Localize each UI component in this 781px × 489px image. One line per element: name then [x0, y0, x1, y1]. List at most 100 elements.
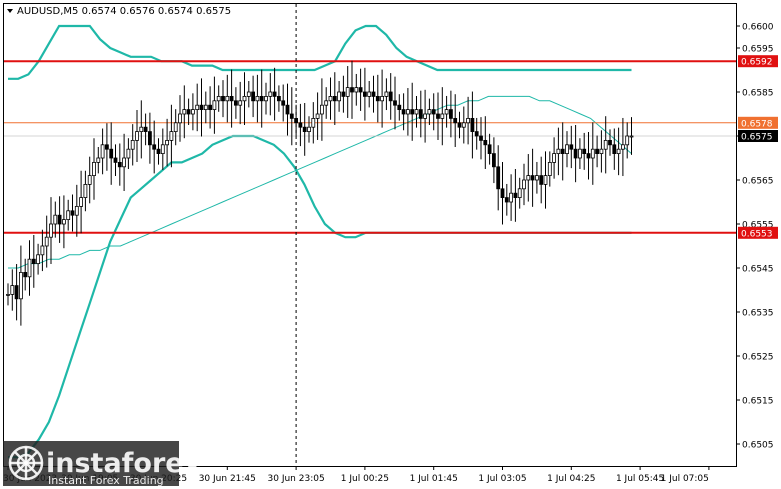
- symbol-dropdown-icon[interactable]: [7, 9, 13, 13]
- price-badges: 0.6592 0.6578 0.6553 0.6575: [738, 55, 778, 239]
- candle: [195, 83, 200, 132]
- candle: [380, 69, 385, 128]
- price-levels: [4, 60, 736, 234]
- candle: [569, 125, 574, 169]
- instaforex-watermark: instaforex Instant Forex Trading: [3, 441, 201, 487]
- candle: [212, 76, 217, 134]
- candle: [440, 87, 445, 146]
- candle: [156, 138, 161, 165]
- candle: [83, 170, 88, 212]
- candle: [31, 235, 36, 288]
- candle: [199, 78, 204, 137]
- candle: [135, 110, 139, 162]
- candle: [427, 98, 432, 125]
- candle: [130, 124, 135, 166]
- candle: [547, 151, 552, 187]
- price-level-label-0: 0.6592: [741, 58, 773, 68]
- candle: [358, 68, 363, 111]
- candle: [268, 73, 273, 116]
- bollinger-lower-band: [8, 134, 632, 459]
- candle: [491, 137, 496, 184]
- bollinger-upper-band: [8, 24, 632, 80]
- candle: [405, 88, 410, 136]
- candle: [522, 163, 526, 206]
- candle: [208, 86, 213, 129]
- candle: [504, 183, 509, 216]
- candle: [233, 87, 238, 119]
- price-chart: 0.66000.65950.65850.65750.65650.65550.65…: [3, 3, 778, 487]
- chart-root: 0.66000.65950.65850.65750.65650.65550.65…: [0, 0, 781, 489]
- candle: [388, 73, 393, 120]
- candle: [173, 109, 178, 146]
- candle: [565, 131, 569, 168]
- candle: [143, 113, 148, 146]
- candle: [461, 106, 466, 144]
- candle: [251, 75, 256, 118]
- symbol-header: AUDUSD,M5 0.6574 0.6576 0.6574 0.6575: [17, 6, 231, 17]
- candle: [500, 161, 505, 225]
- candle: [225, 74, 230, 123]
- candle: [590, 122, 595, 185]
- candle: [100, 128, 105, 175]
- candle: [418, 90, 423, 138]
- candle: [337, 81, 342, 112]
- candle: [479, 117, 483, 160]
- bollinger-bands: [8, 24, 632, 459]
- candle: [341, 75, 346, 113]
- candle: [603, 116, 608, 174]
- candle: [526, 154, 531, 202]
- candle: [298, 103, 303, 147]
- candle: [311, 102, 316, 144]
- candle: [23, 258, 28, 291]
- candle: [560, 122, 565, 181]
- candle: [608, 129, 612, 156]
- candle: [324, 87, 329, 119]
- candle: [487, 133, 492, 165]
- x-tick-label: 30 Jun 21:45: [199, 474, 256, 484]
- candle: [496, 145, 501, 211]
- candle: [350, 60, 354, 119]
- candle: [423, 89, 428, 143]
- candle: [105, 123, 109, 171]
- last-price-label: 0.6575: [741, 133, 773, 143]
- candle: [509, 174, 514, 221]
- candle: [57, 196, 62, 243]
- price-level-label-2: 0.6553: [741, 229, 773, 239]
- candle: [582, 132, 587, 170]
- candle: [70, 194, 75, 232]
- candle: [238, 81, 243, 125]
- y-tick-label: 0.6595: [742, 45, 774, 55]
- candle: [625, 122, 630, 159]
- candle: [539, 156, 544, 204]
- candle: [612, 128, 617, 170]
- candle: [362, 67, 367, 121]
- candle: [289, 87, 294, 146]
- candle: [92, 138, 96, 200]
- y-tick-label: 0.6565: [742, 177, 774, 187]
- x-tick-label: 1 Jul 05:45: [616, 474, 664, 484]
- candle: [126, 138, 131, 169]
- candle: [109, 122, 114, 185]
- candle: [178, 95, 182, 142]
- candle: [117, 143, 122, 186]
- y-tick-label: 0.6545: [742, 265, 774, 275]
- candle: [315, 92, 320, 140]
- x-tick-label: 1 Jul 00:25: [341, 474, 389, 484]
- candle: [27, 240, 32, 296]
- candle: [599, 130, 604, 173]
- candle: [246, 81, 251, 108]
- candle: [307, 116, 311, 143]
- y-tick-label: 0.6585: [742, 89, 774, 99]
- candle: [264, 82, 268, 115]
- candle: [621, 117, 625, 177]
- candle: [96, 147, 101, 174]
- candle: [255, 74, 260, 123]
- candle: [18, 245, 23, 326]
- candle: [302, 103, 307, 156]
- candle: [186, 98, 191, 125]
- candle: [371, 75, 376, 113]
- candle: [229, 69, 234, 128]
- candle: [384, 78, 389, 111]
- instaforex-logo-icon: [8, 445, 44, 481]
- candle: [221, 80, 225, 118]
